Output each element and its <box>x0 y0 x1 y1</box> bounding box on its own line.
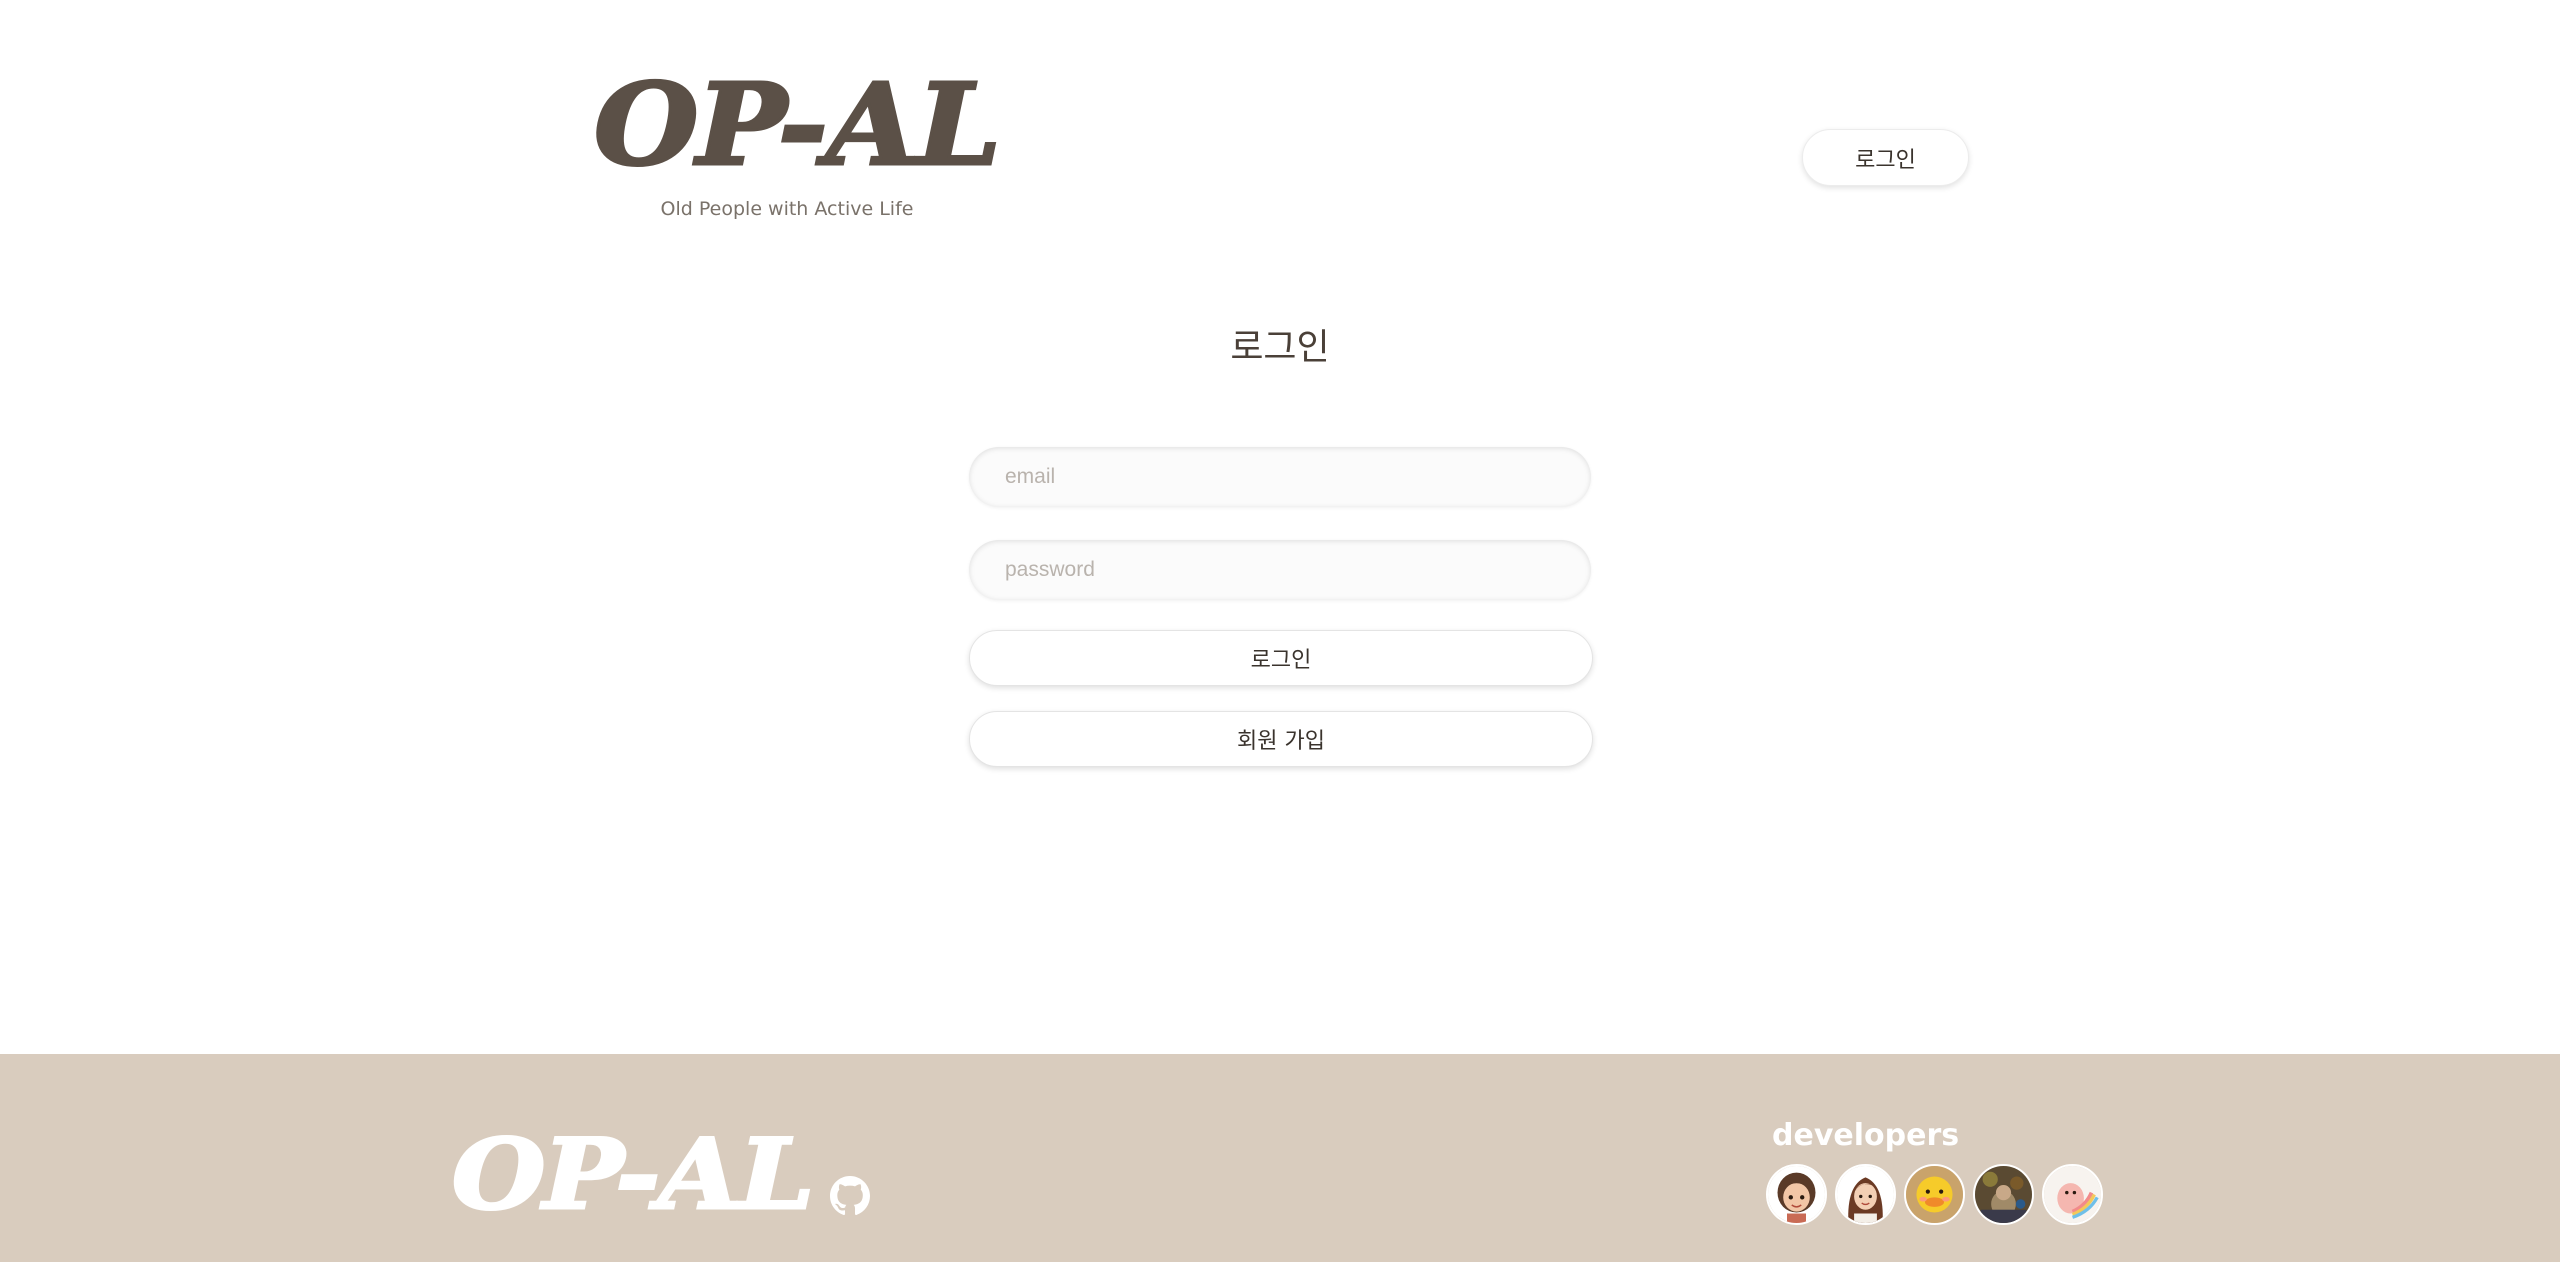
footer-logo: OP-AL <box>450 1117 820 1233</box>
developer-avatar-1[interactable] <box>1766 1164 1827 1225</box>
developer-avatar-2[interactable] <box>1835 1164 1896 1225</box>
footer-logo-text: OP-AL <box>452 1118 812 1231</box>
developer-avatar-3[interactable] <box>1904 1164 1965 1225</box>
developers-list <box>1766 1164 2103 1225</box>
header-logo[interactable]: OP-AL <box>592 59 1012 193</box>
footer <box>0 1054 2560 1262</box>
logo-text: OP-AL <box>594 60 999 191</box>
login-button[interactable]: 로그인 <box>969 630 1593 686</box>
email-input[interactable] <box>969 447 1591 507</box>
header-login-button[interactable]: 로그인 <box>1802 129 1969 186</box>
password-input[interactable] <box>969 540 1591 600</box>
developers-title: developers <box>1772 1118 1960 1153</box>
tagline: Old People with Active Life <box>660 198 914 220</box>
developer-avatar-4[interactable] <box>1973 1164 2034 1225</box>
signup-button[interactable]: 회원 가입 <box>969 711 1593 767</box>
developer-avatar-5[interactable] <box>2042 1164 2103 1225</box>
logo-wordmark: OP-AL <box>593 59 1003 193</box>
github-icon[interactable] <box>830 1176 870 1216</box>
page-title: 로그인 <box>1230 327 1330 368</box>
